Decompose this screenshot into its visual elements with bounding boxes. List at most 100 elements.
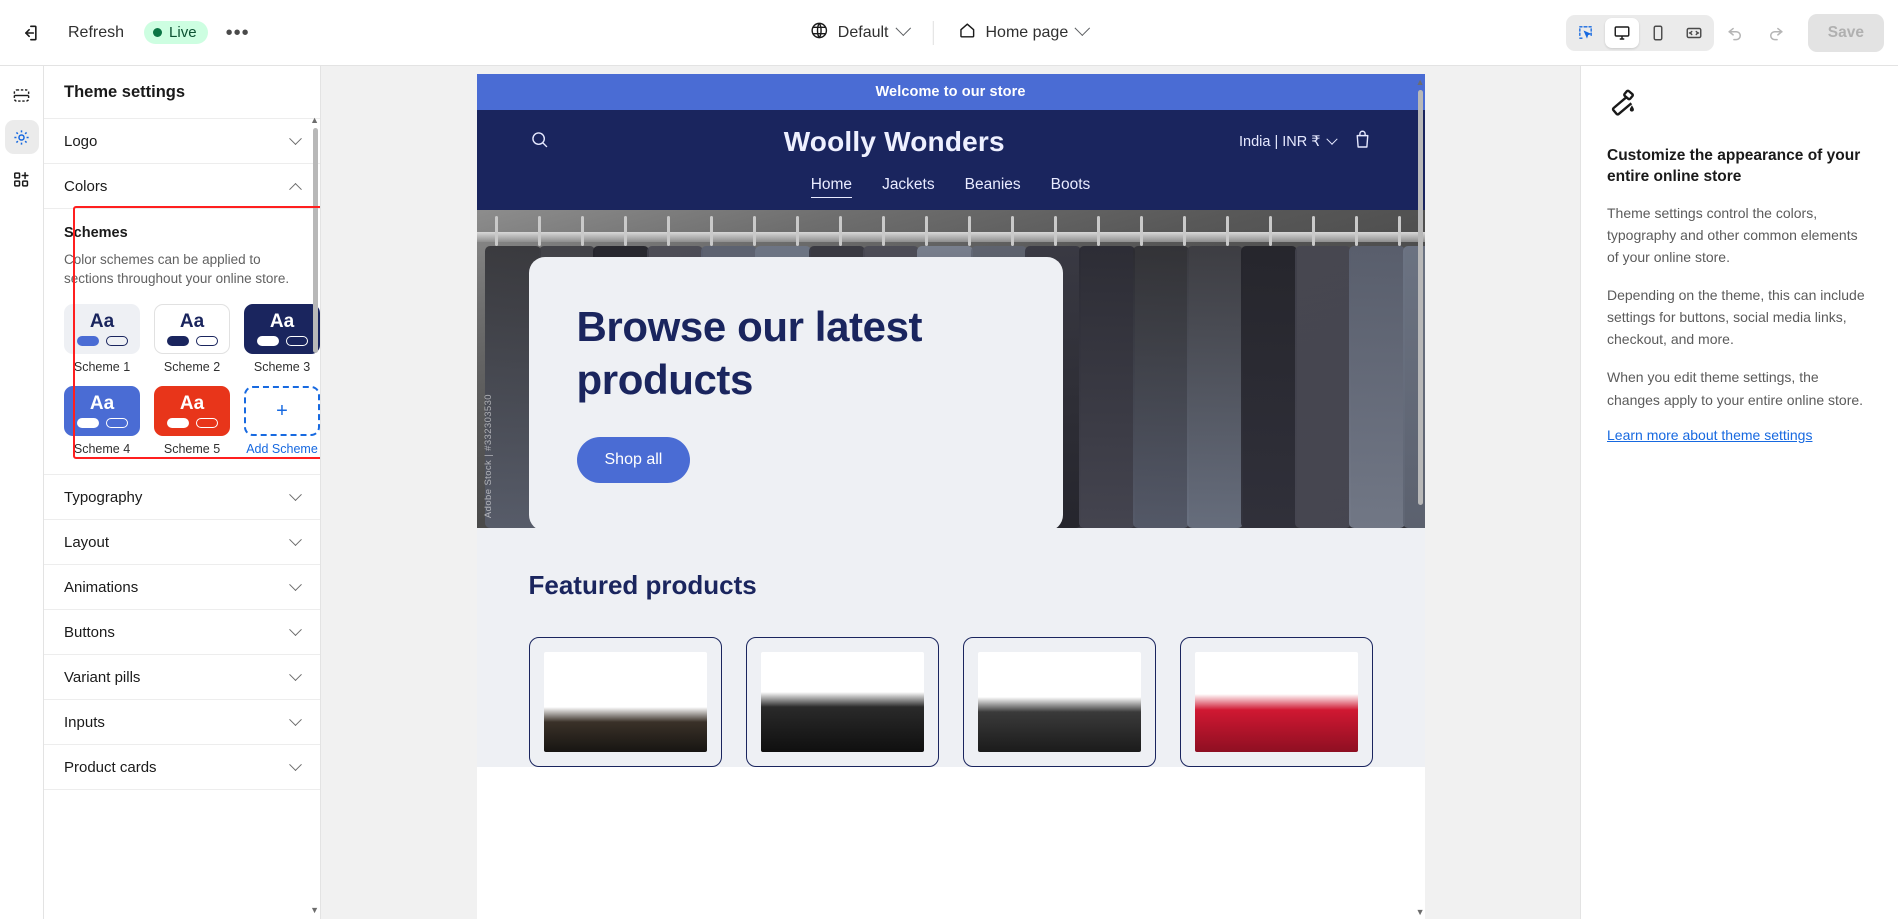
store-nav-item-home[interactable]: Home: [810, 176, 853, 198]
hanging-garment: [1132, 246, 1189, 528]
scheme-pill-solid: [76, 418, 99, 429]
product-grid: [528, 637, 1373, 767]
announcement-bar: Welcome to our store: [476, 74, 1425, 110]
store-nav-item-jackets[interactable]: Jackets: [882, 176, 935, 198]
accordion-animations[interactable]: Animations: [44, 565, 320, 611]
select-tool-icon[interactable]: [1569, 18, 1603, 48]
hanger-hook-icon: [1139, 216, 1143, 246]
refresh-button[interactable]: Refresh: [56, 15, 136, 51]
theme-editor-app: Refresh Live ••• Default Home page Save …: [0, 0, 1898, 919]
store-logo[interactable]: Woolly Wonders: [550, 126, 1240, 158]
scheme-pill-outline: [195, 418, 218, 429]
scheme-swatch-2[interactable]: Aa Scheme 2: [154, 304, 230, 374]
globe-icon: [810, 21, 829, 45]
accordion-typography[interactable]: Typography: [44, 475, 320, 521]
hanger-hook-icon: [1311, 216, 1315, 246]
store-preview: Welcome to our store Woolly Wonders Indi…: [321, 66, 1580, 919]
toolbar-right-group: Save: [1565, 13, 1898, 52]
accordion-product-cards[interactable]: Product cards: [44, 745, 320, 791]
exit-icon[interactable]: [10, 13, 50, 53]
clothing-rail-graphic: [476, 232, 1425, 242]
accordion-variant-pills[interactable]: Variant pills: [44, 655, 320, 701]
store-header-actions: India | INR ₹: [1239, 129, 1373, 156]
shop-all-button[interactable]: Shop all: [576, 436, 691, 483]
search-icon[interactable]: [529, 129, 550, 155]
accordion-colors[interactable]: Colors: [44, 164, 320, 209]
cart-icon[interactable]: [1352, 129, 1373, 156]
accordion-typography-label: Typography: [64, 488, 143, 506]
scheme-swatch-3[interactable]: Aa Scheme 3: [244, 304, 320, 374]
chevron-down-icon: [895, 20, 911, 37]
learn-more-link[interactable]: Learn more about theme settings: [1607, 427, 1812, 443]
settings-scroll-area[interactable]: Logo Colors Schemes Color schemes can be…: [44, 119, 320, 919]
currency-selector[interactable]: India | INR ₹: [1239, 133, 1338, 150]
chevron-down-icon: [289, 533, 302, 546]
product-boots-image: [543, 652, 707, 752]
scheme-pills: [166, 336, 218, 347]
stock-watermark: Adobe Stock | #332303530: [482, 393, 494, 518]
accordion-animations-label: Animations: [64, 578, 139, 596]
theme-selector[interactable]: Default: [798, 14, 921, 52]
scheme-sample-text: Aa: [89, 311, 115, 333]
chevron-down-icon: [289, 488, 302, 501]
preview-frame: Welcome to our store Woolly Wonders Indi…: [476, 74, 1425, 919]
desktop-icon[interactable]: [1604, 17, 1639, 48]
preview-scroll-up-arrow-icon[interactable]: ▲: [1416, 77, 1425, 87]
scheme-swatch-1[interactable]: Aa Scheme 1: [64, 304, 140, 374]
scroll-down-arrow-icon[interactable]: ▼: [310, 905, 319, 915]
scheme-sample-text: Aa: [179, 311, 205, 333]
fullwidth-icon[interactable]: [1677, 18, 1711, 48]
info-paragraph-1: Theme settings control the colors, typog…: [1607, 204, 1858, 265]
scheme-swatch-preview: Aa: [154, 386, 230, 437]
more-options-button[interactable]: •••: [214, 15, 262, 51]
editor-body: Theme settings Logo Colors Schemes Color…: [0, 66, 1898, 919]
add-scheme-button[interactable]: + Add Scheme: [244, 386, 320, 456]
chevron-down-icon: [289, 713, 302, 726]
undo-icon[interactable]: [1718, 15, 1754, 51]
preview-scroll-down-arrow-icon[interactable]: ▼: [1416, 907, 1425, 917]
info-paragraph-3: When you edit theme settings, the change…: [1607, 369, 1864, 408]
sections-icon[interactable]: [5, 78, 39, 112]
product-card[interactable]: [962, 637, 1156, 767]
schemes-section: Schemes Color schemes can be applied to …: [44, 209, 320, 476]
accordion-colors-label: Colors: [64, 177, 108, 195]
scheme-label: Scheme 3: [253, 360, 311, 375]
accordion-inputs[interactable]: Inputs: [44, 700, 320, 746]
hanger-hook-icon: [1268, 216, 1272, 246]
apps-add-icon[interactable]: [5, 162, 39, 196]
scheme-label: Scheme 1: [73, 360, 131, 375]
accordion-buttons[interactable]: Buttons: [44, 610, 320, 656]
preview-scrollbar-thumb[interactable]: [1417, 90, 1423, 505]
toolbar-left-group: Refresh Live •••: [0, 13, 262, 53]
scheme-pills: [76, 418, 128, 429]
scheme-pill-outline: [195, 336, 218, 347]
accordion-logo[interactable]: Logo: [44, 119, 320, 164]
redo-icon[interactable]: [1758, 15, 1794, 51]
mobile-icon[interactable]: [1641, 18, 1675, 48]
hanger-hook-icon: [537, 216, 541, 246]
accordion-layout[interactable]: Layout: [44, 520, 320, 566]
hanging-garment: [1348, 246, 1405, 528]
accordion-product-cards-label: Product cards: [64, 758, 157, 776]
live-label: Live: [169, 24, 197, 41]
scheme-swatch-5[interactable]: Aa Scheme 5: [154, 386, 230, 456]
scheme-sample-text: Aa: [89, 393, 115, 415]
featured-heading: Featured products: [528, 570, 757, 600]
page-selector[interactable]: Home page: [945, 14, 1100, 52]
panel-scrollbar-thumb[interactable]: [313, 128, 318, 353]
theme-settings-gear-icon[interactable]: [4, 120, 39, 154]
scheme-label: Scheme 2: [163, 360, 221, 375]
hanging-garment: [1078, 246, 1135, 528]
store-nav-item-boots[interactable]: Boots: [1051, 176, 1091, 198]
info-title: Customize the appearance of your entire …: [1607, 147, 1861, 186]
store-nav-item-beanies[interactable]: Beanies: [965, 176, 1021, 198]
scroll-up-arrow-icon[interactable]: ▲: [310, 115, 319, 125]
product-card[interactable]: [745, 637, 939, 767]
store-header-row: Woolly Wonders India | INR ₹: [477, 126, 1425, 158]
product-card[interactable]: [528, 637, 722, 767]
hanger-hook-icon: [1354, 216, 1358, 246]
product-card[interactable]: [1179, 637, 1373, 767]
save-button[interactable]: Save: [1807, 13, 1884, 52]
scheme-swatch-4[interactable]: Aa Scheme 4: [64, 386, 140, 456]
scheme-label: Scheme 4: [73, 442, 131, 457]
